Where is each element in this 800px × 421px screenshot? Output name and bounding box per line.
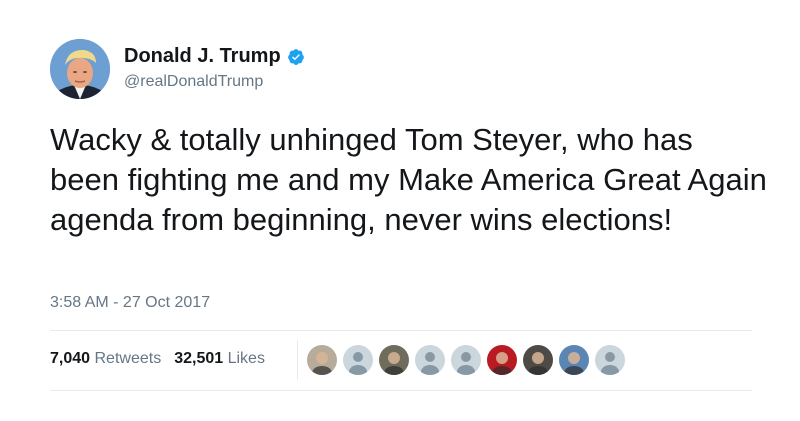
verified-badge-icon: [287, 48, 304, 65]
divider: [50, 390, 752, 391]
likes-label: Likes: [227, 350, 265, 367]
tweet-timestamp[interactable]: 3:58 AM - 27 Oct 2017: [50, 294, 210, 312]
default-avatar-icon: [415, 345, 445, 375]
liker-avatar[interactable]: [523, 345, 553, 375]
liker-avatar[interactable]: [559, 345, 589, 375]
liker-avatars: [307, 345, 631, 375]
default-avatar-icon: [595, 345, 625, 375]
liker-avatar[interactable]: [487, 345, 517, 375]
author-name[interactable]: Donald J. Trump: [124, 45, 305, 68]
avatar-photo: [307, 345, 337, 375]
author-name-text[interactable]: Donald J. Trump: [124, 45, 281, 68]
tweet-card: Donald J. Trump @realDonaldTrump Wacky &…: [0, 0, 800, 421]
liker-avatar[interactable]: [595, 345, 625, 375]
avatar-photo: [379, 345, 409, 375]
retweets-stat[interactable]: 7,040 Retweets: [50, 350, 161, 368]
avatar-photo: [487, 345, 517, 375]
tweet-stats: 7,040 Retweets 32,501 Likes: [50, 350, 265, 368]
author-avatar[interactable]: [50, 39, 110, 99]
tweet-text: Wacky & totally unhinged Tom Steyer, who…: [50, 122, 767, 237]
default-avatar-icon: [451, 345, 481, 375]
liker-avatar[interactable]: [307, 345, 337, 375]
author-handle[interactable]: @realDonaldTrump: [124, 73, 263, 91]
likes-stat[interactable]: 32,501 Likes: [174, 350, 265, 368]
liker-avatar[interactable]: [379, 345, 409, 375]
retweets-label: Retweets: [94, 350, 162, 367]
divider: [50, 330, 752, 331]
liker-avatar[interactable]: [415, 345, 445, 375]
likes-count: 32,501: [174, 350, 224, 367]
liker-avatar[interactable]: [451, 345, 481, 375]
liker-avatar[interactable]: [343, 345, 373, 375]
default-avatar-icon: [343, 345, 373, 375]
avatar-photo: [523, 345, 553, 375]
stats-separator: [297, 340, 298, 380]
retweets-count: 7,040: [50, 350, 91, 367]
avatar-photo: [559, 345, 589, 375]
